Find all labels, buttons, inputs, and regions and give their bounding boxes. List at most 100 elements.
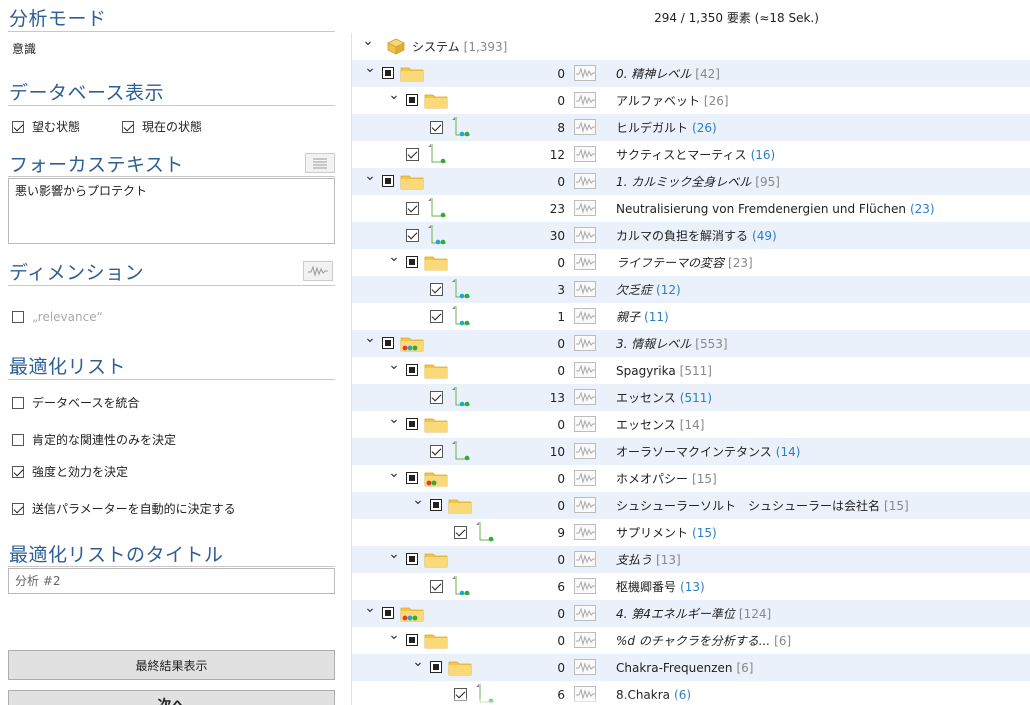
current-state-checkbox[interactable]: 現在の状態 xyxy=(122,118,202,135)
waveform-icon[interactable] xyxy=(574,632,596,648)
opt-integrate-db[interactable]: データベースを統合 xyxy=(12,394,139,411)
final-result-button[interactable]: 最終結果表示 xyxy=(8,650,335,680)
waveform-icon[interactable] xyxy=(574,335,596,351)
opt-title-input[interactable]: 分析 #2 xyxy=(8,568,335,594)
waveform-icon[interactable] xyxy=(574,389,596,405)
opt-auto-params[interactable]: 送信パラメーターを自動的に決定する xyxy=(12,500,236,517)
waveform-icon[interactable] xyxy=(574,659,596,675)
checkbox-box[interactable] xyxy=(12,502,24,515)
checkbox[interactable] xyxy=(430,391,443,404)
chevron-down-icon[interactable]: ⌄ xyxy=(388,628,400,642)
checkbox-box[interactable] xyxy=(12,120,24,133)
checkbox-box[interactable] xyxy=(12,311,24,323)
tristate-checkbox[interactable] xyxy=(406,553,418,565)
list-icon[interactable] xyxy=(305,153,335,173)
checkbox-box[interactable] xyxy=(12,433,24,446)
checkbox[interactable] xyxy=(454,526,467,539)
next-button[interactable]: 次へ xyxy=(8,690,335,705)
tree-item-row[interactable]: 1 親子 (11) xyxy=(352,303,1030,330)
tristate-checkbox[interactable] xyxy=(430,661,442,673)
chevron-down-icon[interactable]: ⌄ xyxy=(412,493,424,507)
chevron-down-icon[interactable]: ⌄ xyxy=(388,547,400,561)
tree-folder-row[interactable]: ⌄ 0 ライフテーマの変容 [23] xyxy=(352,249,1030,276)
tree-item-row[interactable]: 6 枢機卿番号 (13) xyxy=(352,573,1030,600)
tree-folder-row[interactable]: ⌄ 0 1. カルミック全身レベル [95] xyxy=(352,168,1030,195)
tree-folder-row[interactable]: ⌄ 0 ホメオパシー [15] xyxy=(352,465,1030,492)
checkbox-box[interactable] xyxy=(12,396,24,409)
chevron-down-icon[interactable]: ⌄ xyxy=(364,601,376,615)
tristate-checkbox[interactable] xyxy=(406,94,418,106)
analysis-mode-value[interactable]: 意識 xyxy=(12,40,36,57)
chevron-down-icon[interactable]: ⌄ xyxy=(412,655,424,669)
checkbox[interactable] xyxy=(430,580,443,593)
tristate-checkbox[interactable] xyxy=(382,607,394,619)
tree-item-row[interactable]: 10 オーラソーマクインテタンス (14) xyxy=(352,438,1030,465)
tree-view[interactable]: ⌄ システム [1,393] ⌄ 0 0. 精神レベル [42] ⌄ 0 アルファベット [26] 8… xyxy=(351,33,1030,705)
checkbox[interactable] xyxy=(406,148,419,161)
tree-item-row[interactable]: 30 カルマの負担を解消する (49) xyxy=(352,222,1030,249)
tree-folder-row[interactable]: ⌄ 0 %d のチャクラを分析する... [6] xyxy=(352,627,1030,654)
waveform-icon[interactable] xyxy=(574,254,596,270)
tree-folder-row[interactable]: ⌄ 0 Chakra-Frequenzen [6] xyxy=(352,654,1030,681)
checkbox[interactable] xyxy=(430,283,443,296)
waveform-icon[interactable] xyxy=(574,416,596,432)
chevron-down-icon[interactable]: ⌄ xyxy=(364,169,376,183)
tree-folder-row[interactable]: ⌄ 0 3. 情報レベル [553] xyxy=(352,330,1030,357)
waveform-icon[interactable] xyxy=(574,119,596,135)
tristate-checkbox[interactable] xyxy=(406,472,418,484)
chevron-down-icon[interactable]: ⌄ xyxy=(388,412,400,426)
tree-item-row[interactable]: 9 サプリメント (15) xyxy=(352,519,1030,546)
tristate-checkbox[interactable] xyxy=(406,634,418,646)
relevance-checkbox[interactable]: „relevance“ xyxy=(12,310,103,324)
tree-folder-row[interactable]: ⌄ 0 4. 第4エネルギー準位 [124] xyxy=(352,600,1030,627)
chevron-down-icon[interactable]: ⌄ xyxy=(362,34,374,48)
waveform-icon[interactable] xyxy=(574,308,596,324)
waveform-icon[interactable] xyxy=(574,470,596,486)
tree-folder-row[interactable]: ⌄ 0 アルファベット [26] xyxy=(352,87,1030,114)
tristate-checkbox[interactable] xyxy=(382,337,394,349)
wish-state-checkbox[interactable]: 望む状態 xyxy=(12,118,80,135)
tristate-checkbox[interactable] xyxy=(406,364,418,376)
checkbox-box[interactable] xyxy=(12,465,24,478)
waveform-icon[interactable] xyxy=(574,173,596,189)
waveform-icon[interactable] xyxy=(574,65,596,81)
waveform-icon[interactable] xyxy=(574,362,596,378)
chevron-down-icon[interactable]: ⌄ xyxy=(388,250,400,264)
tristate-checkbox[interactable] xyxy=(430,499,442,511)
tree-folder-row[interactable]: ⌄ 0 0. 精神レベル [42] xyxy=(352,60,1030,87)
tree-folder-row[interactable]: ⌄ 0 シュシューラーソルト シュシューラーは会社名 [15] xyxy=(352,492,1030,519)
tree-item-row[interactable]: 3 欠乏症 (12) xyxy=(352,276,1030,303)
waveform-icon[interactable] xyxy=(574,281,596,297)
checkbox[interactable] xyxy=(430,121,443,134)
waveform-icon[interactable] xyxy=(574,605,596,621)
checkbox[interactable] xyxy=(430,445,443,458)
chevron-down-icon[interactable]: ⌄ xyxy=(388,466,400,480)
waveform-icon[interactable] xyxy=(574,92,596,108)
tree-item-row[interactable]: 23 Neutralisierung von Fremdenergien und … xyxy=(352,195,1030,222)
chevron-down-icon[interactable]: ⌄ xyxy=(388,88,400,102)
tree-item-row[interactable]: 13 エッセンス (511) xyxy=(352,384,1030,411)
waveform-icon[interactable] xyxy=(303,261,333,281)
checkbox-box[interactable] xyxy=(122,120,134,133)
tree-item-row[interactable]: 8 ヒルデガルト (26) xyxy=(352,114,1030,141)
tree-item-row[interactable]: 12 サクティスとマーティス (16) xyxy=(352,141,1030,168)
tree-folder-row[interactable]: ⌄ 0 Spagyrika [511] xyxy=(352,357,1030,384)
waveform-icon[interactable] xyxy=(574,578,596,594)
waveform-icon[interactable] xyxy=(574,443,596,459)
waveform-icon[interactable] xyxy=(574,200,596,216)
focus-text-input[interactable]: 悪い影響からプロテクト xyxy=(8,178,335,244)
tree-folder-row[interactable]: ⌄ 0 支払う [13] xyxy=(352,546,1030,573)
tristate-checkbox[interactable] xyxy=(382,175,394,187)
chevron-down-icon[interactable]: ⌄ xyxy=(364,331,376,345)
waveform-icon[interactable] xyxy=(574,524,596,540)
tristate-checkbox[interactable] xyxy=(406,418,418,430)
opt-positive-only[interactable]: 肯定的な関連性のみを決定 xyxy=(12,431,176,448)
chevron-down-icon[interactable]: ⌄ xyxy=(388,358,400,372)
tristate-checkbox[interactable] xyxy=(406,256,418,268)
waveform-icon[interactable] xyxy=(574,227,596,243)
chevron-down-icon[interactable]: ⌄ xyxy=(364,61,376,75)
opt-strength-potency[interactable]: 強度と効力を決定 xyxy=(12,463,128,480)
tree-folder-row[interactable]: ⌄ 0 エッセンス [14] xyxy=(352,411,1030,438)
waveform-icon[interactable] xyxy=(574,146,596,162)
tree-folder-row[interactable]: ⌄ システム [1,393] xyxy=(352,33,1030,60)
